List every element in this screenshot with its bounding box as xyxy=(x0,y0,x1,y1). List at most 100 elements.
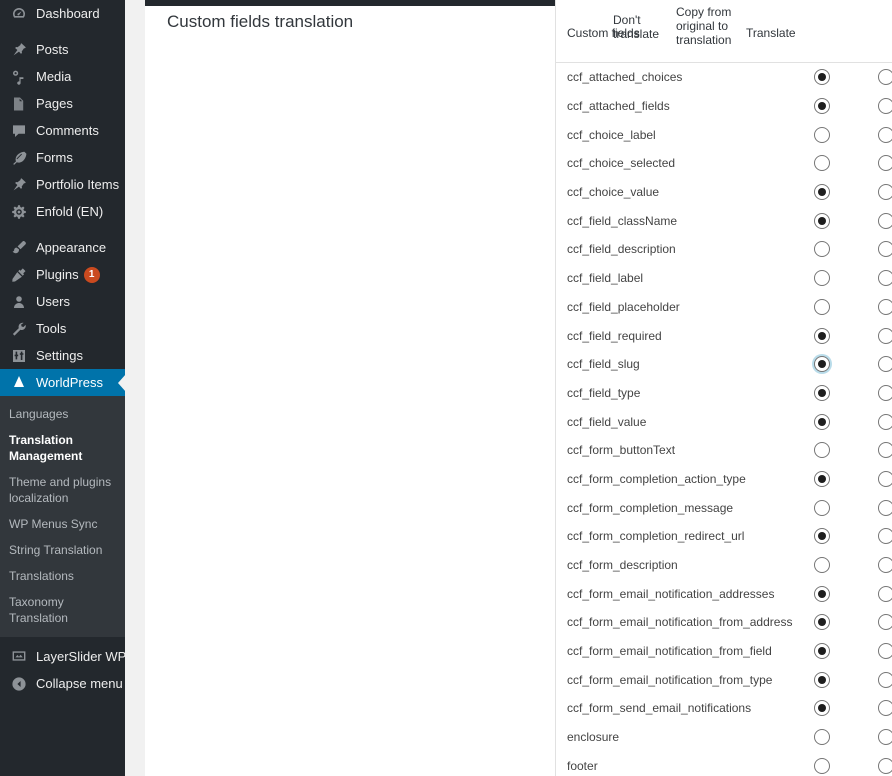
column-header-translate: Translate xyxy=(746,26,796,40)
sidebar-item-label: LayerSlider WP xyxy=(36,649,125,664)
radio-dont-translate[interactable] xyxy=(814,729,830,746)
sidebar-item-posts[interactable]: Posts xyxy=(0,36,125,63)
radio-dont-translate[interactable] xyxy=(814,528,830,545)
sidebar-item-label: Posts xyxy=(36,42,69,57)
radio-dont-translate[interactable] xyxy=(814,155,830,172)
radio-dont-translate[interactable] xyxy=(814,614,830,631)
table-row: ccf_field_value xyxy=(556,407,892,436)
radio-dont-translate[interactable] xyxy=(814,700,830,717)
table-row: ccf_attached_choices xyxy=(556,63,892,92)
radio-copy-from-original[interactable] xyxy=(878,184,892,201)
radio-copy-from-original[interactable] xyxy=(878,470,892,487)
submenu-item-theme-plugins-localization[interactable]: Theme and plugins localization xyxy=(0,469,125,511)
radio-copy-from-original[interactable] xyxy=(878,499,892,516)
radio-copy-from-original[interactable] xyxy=(878,757,892,774)
radio-copy-from-original[interactable] xyxy=(878,671,892,688)
radio-dont-translate[interactable] xyxy=(814,557,830,574)
radio-dont-translate[interactable] xyxy=(814,757,830,774)
radio-dont-translate[interactable] xyxy=(814,126,830,143)
radio-dont-translate[interactable] xyxy=(814,327,830,344)
table-row: ccf_form_send_email_notifications xyxy=(556,694,892,723)
radio-copy-from-original[interactable] xyxy=(878,700,892,717)
radio-dont-translate[interactable] xyxy=(814,643,830,660)
sidebar-item-portfolio-items[interactable]: Portfolio Items xyxy=(0,171,125,198)
radio-dont-translate[interactable] xyxy=(814,184,830,201)
sidebar-menu-gap xyxy=(0,27,125,36)
radio-dont-translate[interactable] xyxy=(814,212,830,229)
radio-copy-from-original[interactable] xyxy=(878,298,892,315)
sidebar-item-label: Collapse menu xyxy=(36,676,123,691)
radio-dont-translate[interactable] xyxy=(814,470,830,487)
radio-copy-from-original[interactable] xyxy=(878,384,892,401)
radio-dont-translate[interactable] xyxy=(814,270,830,287)
sidebar-item-comments[interactable]: Comments xyxy=(0,117,125,144)
radio-dont-translate[interactable] xyxy=(814,413,830,430)
sidebar-item-layerslider-wp[interactable]: LayerSlider WP xyxy=(0,643,125,670)
collapse-menu-button[interactable]: Collapse menu xyxy=(0,670,125,697)
sidebar-item-pages[interactable]: Pages xyxy=(0,90,125,117)
radio-copy-from-original[interactable] xyxy=(878,729,892,746)
sidebar-item-label: Comments xyxy=(36,123,99,138)
table-row: footer xyxy=(556,752,892,776)
custom-field-name: ccf_attached_choices xyxy=(567,70,683,85)
sidebar-item-forms[interactable]: Forms xyxy=(0,144,125,171)
sidebar-footer-menu: LayerSlider WP Collapse menu xyxy=(0,643,125,697)
radio-dont-translate[interactable] xyxy=(814,298,830,315)
radio-copy-from-original[interactable] xyxy=(878,126,892,143)
sidebar-item-users[interactable]: Users xyxy=(0,288,125,315)
table-row: ccf_field_className xyxy=(556,206,892,235)
submenu-item-translation-management[interactable]: Translation Management xyxy=(0,427,125,469)
worldpress-icon xyxy=(9,373,29,393)
radio-dont-translate[interactable] xyxy=(814,499,830,516)
radio-copy-from-original[interactable] xyxy=(878,442,892,459)
sidebar-item-tools[interactable]: Tools xyxy=(0,315,125,342)
custom-field-name: ccf_form_email_notification_addresses xyxy=(567,586,775,601)
radio-copy-from-original[interactable] xyxy=(878,585,892,602)
radio-dont-translate[interactable] xyxy=(814,69,830,86)
sidebar-item-label: Dashboard xyxy=(36,6,100,21)
radio-copy-from-original[interactable] xyxy=(878,557,892,574)
radio-copy-from-original[interactable] xyxy=(878,212,892,229)
gear-icon xyxy=(9,202,29,222)
submenu-item-taxonomy-translation[interactable]: Taxonomy Translation xyxy=(0,589,125,631)
submenu-item-wp-menus-sync[interactable]: WP Menus Sync xyxy=(0,511,125,537)
radio-copy-from-original[interactable] xyxy=(878,356,892,373)
sidebar-item-appearance[interactable]: Appearance xyxy=(0,234,125,261)
radio-copy-from-original[interactable] xyxy=(878,241,892,258)
radio-dont-translate[interactable] xyxy=(814,356,830,373)
radio-dont-translate[interactable] xyxy=(814,241,830,258)
sidebar-item-media[interactable]: Media xyxy=(0,63,125,90)
radio-copy-from-original[interactable] xyxy=(878,614,892,631)
submenu-item-translations[interactable]: Translations xyxy=(0,563,125,589)
sidebar-item-label: Enfold (EN) xyxy=(36,204,104,219)
radio-copy-from-original[interactable] xyxy=(878,69,892,86)
custom-field-name: ccf_form_email_notification_from_field xyxy=(567,644,772,659)
sidebar-item-settings[interactable]: Settings xyxy=(0,342,125,369)
table-row: ccf_form_completion_action_type xyxy=(556,465,892,494)
table-row: ccf_choice_value xyxy=(556,178,892,207)
radio-copy-from-original[interactable] xyxy=(878,327,892,344)
radio-copy-from-original[interactable] xyxy=(878,413,892,430)
submenu-item-string-translation[interactable]: String Translation xyxy=(0,537,125,563)
radio-copy-from-original[interactable] xyxy=(878,643,892,660)
sidebar-main-menu: Dashboard Posts Media Pages Comments Forms Por… xyxy=(0,0,125,369)
sidebar-item-dashboard[interactable]: Dashboard xyxy=(0,0,125,27)
table-row: ccf_form_buttonText xyxy=(556,436,892,465)
radio-dont-translate[interactable] xyxy=(814,98,830,115)
active-menu-arrow xyxy=(118,373,125,392)
sidebar-item-worldpress[interactable]: WorldPress xyxy=(0,369,125,396)
radio-dont-translate[interactable] xyxy=(814,442,830,459)
sidebar-menu-gap xyxy=(0,225,125,234)
radio-copy-from-original[interactable] xyxy=(878,528,892,545)
radio-dont-translate[interactable] xyxy=(814,671,830,688)
radio-copy-from-original[interactable] xyxy=(878,98,892,115)
sidebar-item-plugins[interactable]: Plugins 1 xyxy=(0,261,125,288)
radio-dont-translate[interactable] xyxy=(814,384,830,401)
radio-copy-from-original[interactable] xyxy=(878,270,892,287)
submenu-item-languages[interactable]: Languages xyxy=(0,401,125,427)
sidebar-item-label: WorldPress xyxy=(36,375,103,390)
sidebar-item-enfold[interactable]: Enfold (EN) xyxy=(0,198,125,225)
custom-field-name: ccf_attached_fields xyxy=(567,99,670,114)
radio-copy-from-original[interactable] xyxy=(878,155,892,172)
radio-dont-translate[interactable] xyxy=(814,585,830,602)
